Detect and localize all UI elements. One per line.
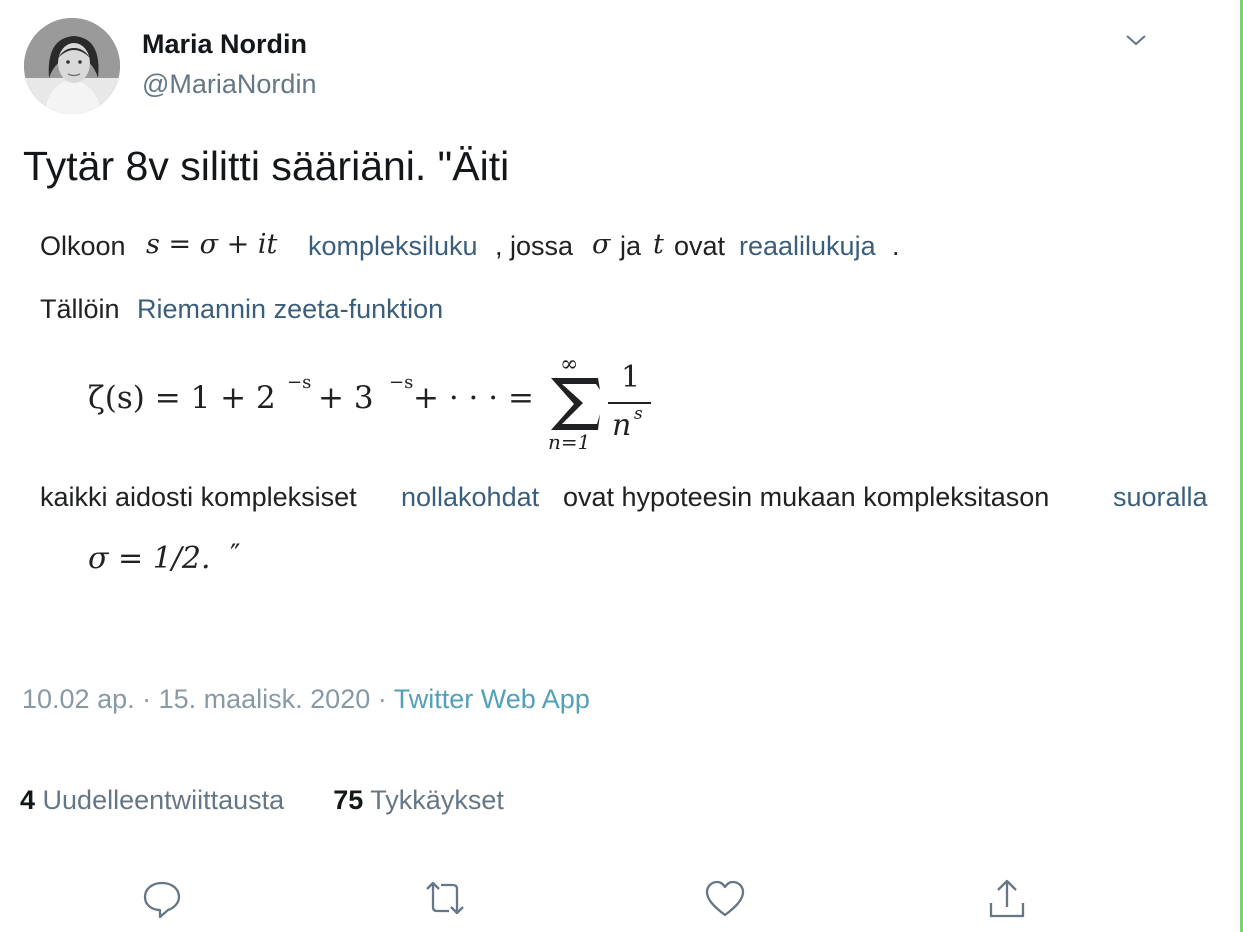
link-riemann-zeta[interactable]: Riemannin zeeta-funktion [137,294,443,325]
author-name[interactable]: Maria Nordin [142,29,307,60]
likes-label: Tykkäykset [370,785,504,815]
formula-dots: + · · · = [413,380,534,416]
author-handle[interactable]: @MariaNordin [142,69,316,100]
img-sigma: σ [592,229,611,260]
meta-separator-2: · [370,684,394,714]
meta-separator-1: · [134,684,159,714]
link-suoralla[interactable]: suoralla [1113,482,1208,513]
img-period: . [892,231,900,261]
tweet-text: Tytär 8v silitti sääriäni. "Äiti [23,143,510,189]
formula-lhs: ζ(s) = 1 + 2 [88,380,276,416]
share-icon[interactable] [985,877,1029,921]
img-kaikki: kaikki aidosti kompleksiset [40,482,357,512]
tweet-meta: 10.02 ap. · 15. maalisk. 2020 · Twitter … [22,684,590,715]
frac-denominator: n [612,408,632,443]
sum-upper: ∞ [560,352,579,377]
chevron-down-icon[interactable] [1123,30,1149,50]
img-olkoon: Olkoon [40,231,126,261]
like-icon[interactable] [703,877,747,921]
img-s-equation: s = σ + it [146,229,278,260]
likes-count: 75 [333,785,364,815]
link-nollakohdat[interactable]: nollakohdat [401,482,539,513]
img-ovat: ovat [674,231,726,261]
img-ovat-hypoteesin: ovat hypoteesin mukaan kompleksitason [563,482,1050,512]
formula-exp2: −s [389,372,414,393]
link-reaalilukuja[interactable]: reaalilukuja [739,231,876,262]
img-t: t [653,229,664,260]
reply-icon[interactable] [140,877,184,921]
formula-plus3: + 3 [318,380,374,416]
formula-exp1: −s [287,372,312,393]
img-ja: ja [620,231,642,261]
tweet-time[interactable]: 10.02 ap. [22,684,135,714]
frac-numerator: 1 [621,360,641,395]
likes-stat[interactable]: 75 Tykkäykset [333,785,504,815]
tweet-date[interactable]: 15. maalisk. 2020 [159,684,371,714]
frac-denominator-exp: s [634,404,643,424]
avatar[interactable] [24,18,120,114]
img-sigma-half: σ = 1/2. [88,541,211,576]
tweet-stats: 4 Uudelleentwiittausta 75 Tykkäykset [20,785,504,816]
img-tallion: Tällöin [40,294,120,324]
img-closing-quote: ″ [230,538,241,571]
retweet-icon[interactable] [423,877,467,921]
retweets-count: 4 [20,785,36,815]
tweet-source[interactable]: Twitter Web App [394,684,590,714]
retweets-stat[interactable]: 4 Uudelleentwiittausta [20,785,284,815]
img-jossa: , jossa [495,231,574,261]
retweets-label: Uudelleentwiittausta [42,785,285,815]
sum-lower: n=1 [548,430,591,454]
link-kompleksiluku[interactable]: kompleksiluku [308,231,478,262]
